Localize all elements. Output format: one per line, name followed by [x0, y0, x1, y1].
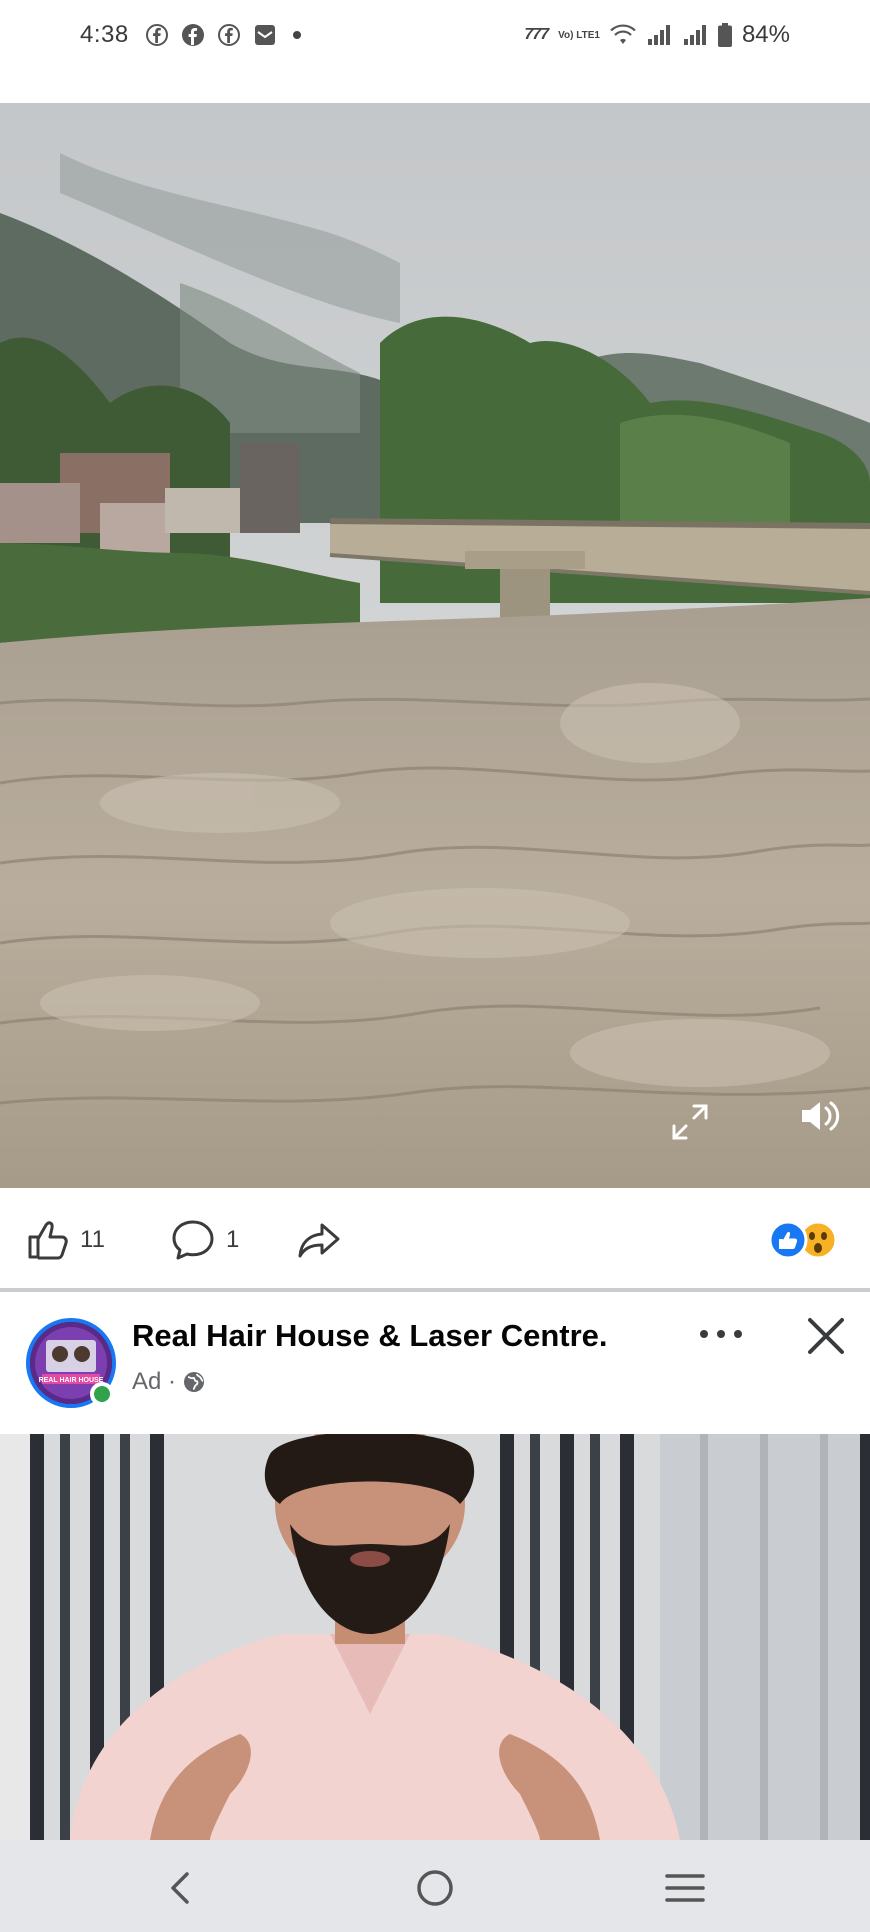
- like-button[interactable]: 11: [26, 1220, 105, 1260]
- reaction-summary-icons[interactable]: [766, 1220, 840, 1260]
- facebook-notification-icon: [145, 24, 168, 46]
- advertiser-logo-text: REAL HAIR HOUSE: [39, 1377, 104, 1384]
- thumbs-up-icon: [28, 1221, 68, 1260]
- facebook-notification-icon-2: [217, 24, 240, 46]
- close-icon[interactable]: [802, 1312, 850, 1360]
- recent-apps-icon[interactable]: [663, 1866, 707, 1910]
- sponsored-label: Ad ·: [132, 1368, 177, 1395]
- comment-count: 1: [226, 1226, 240, 1253]
- volte-label: Vo) LTE1: [558, 29, 600, 41]
- share-button[interactable]: [296, 1220, 342, 1260]
- online-status-dot: [90, 1382, 114, 1406]
- signal-strength-icon-2: [683, 25, 706, 45]
- comment-button[interactable]: 1: [170, 1220, 239, 1260]
- post-video[interactable]: [0, 103, 870, 1188]
- network-operator-label: 777: [524, 26, 549, 43]
- flood-video-frame: [0, 103, 870, 1188]
- status-time: 4:38: [80, 21, 129, 48]
- globe-icon: [184, 1372, 205, 1392]
- more-options-icon[interactable]: [696, 1322, 746, 1346]
- status-right: 777 Vo) LTE1 84%: [524, 20, 790, 50]
- ad-post-header: REAL HAIR HOUSE Real Hair House & Laser …: [0, 1292, 870, 1434]
- system-navigation-bar: [0, 1840, 870, 1932]
- share-arrow-icon: [298, 1223, 340, 1258]
- wifi-icon: [610, 24, 636, 44]
- speaker-icon[interactable]: [796, 1090, 848, 1142]
- back-icon[interactable]: [160, 1866, 204, 1910]
- facebook-icon: [181, 24, 204, 46]
- ad-meta: Ad ·: [132, 1368, 206, 1396]
- battery-icon: [717, 23, 732, 47]
- more-notifications-dot-icon: [292, 31, 301, 39]
- fullscreen-expand-icon[interactable]: [668, 1100, 712, 1144]
- advertiser-name[interactable]: Real Hair House & Laser Centre.: [132, 1318, 608, 1354]
- post-actions-bar: 11 1: [0, 1188, 870, 1288]
- status-left: 4:38: [80, 20, 301, 50]
- status-bar: 4:38 777 Vo) LTE1 84%: [0, 0, 870, 70]
- ad-video-frame: [0, 1434, 870, 1840]
- comment-bubble-icon: [172, 1220, 214, 1260]
- like-count: 11: [80, 1226, 105, 1253]
- signal-strength-icon: [647, 25, 670, 45]
- home-icon[interactable]: [413, 1866, 457, 1910]
- battery-percentage: 84%: [741, 21, 790, 48]
- mail-icon: [254, 25, 275, 45]
- ad-video[interactable]: [0, 1434, 870, 1840]
